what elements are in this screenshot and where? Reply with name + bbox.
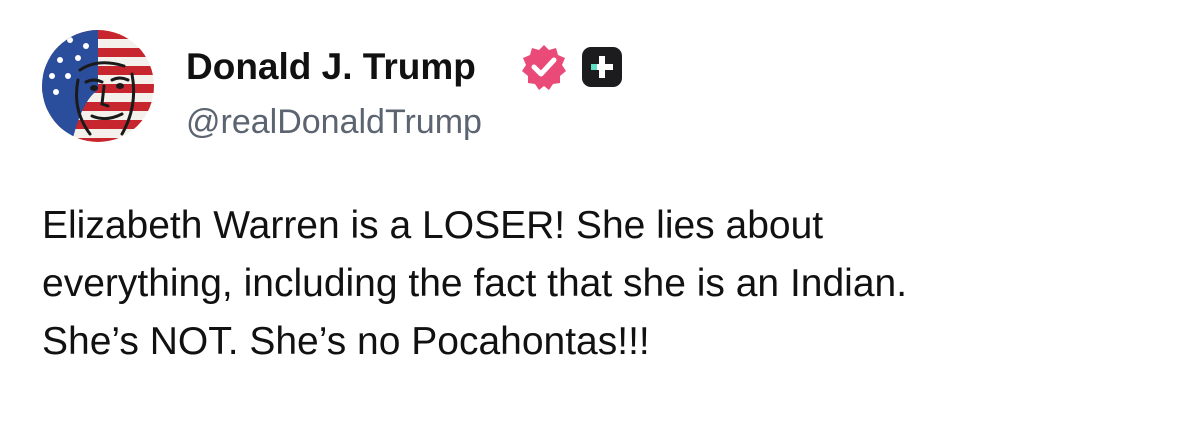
avatar[interactable]	[42, 30, 154, 142]
post-text-line: everything, including the fact that she …	[42, 262, 908, 305]
post-card: Donald J. Trump @realDonaldTrump Elizabe…	[0, 0, 1200, 432]
author-display-name[interactable]: Donald J. Trump	[186, 42, 476, 92]
author-handle[interactable]: @realDonaldTrump	[186, 101, 482, 143]
flag-portrait-avatar-icon	[42, 30, 154, 142]
plus-badge-icon	[582, 47, 622, 87]
post-text-line: She’s NOT. She’s no Pocahontas!!!	[42, 320, 650, 363]
post-text: Elizabeth Warren is a LOSER! She lies ab…	[42, 197, 1182, 371]
post-text-line: Elizabeth Warren is a LOSER! She lies ab…	[42, 204, 824, 247]
verified-badge-icon	[520, 43, 568, 91]
